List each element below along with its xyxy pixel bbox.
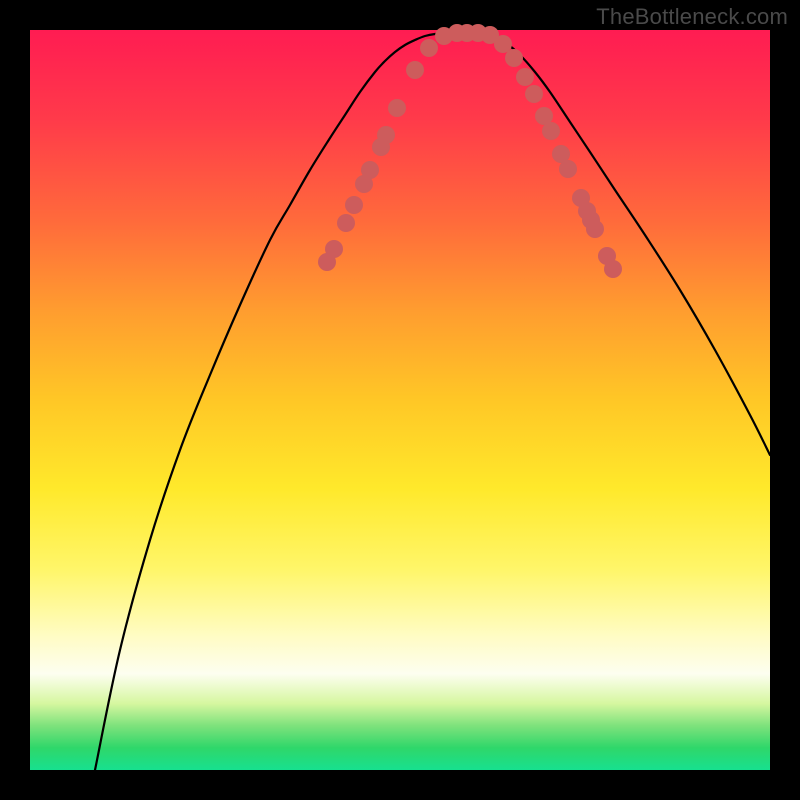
plot-area: [30, 30, 770, 770]
highlight-dot: [604, 260, 622, 278]
highlight-dot: [525, 85, 543, 103]
highlight-dot: [388, 99, 406, 117]
highlight-dot: [337, 214, 355, 232]
highlight-dot: [377, 126, 395, 144]
highlight-dot: [361, 161, 379, 179]
watermark-text: TheBottleneck.com: [596, 4, 788, 30]
curve-svg: [30, 30, 770, 770]
highlight-dot: [345, 196, 363, 214]
highlight-dot: [494, 35, 512, 53]
highlight-dot: [559, 160, 577, 178]
highlight-dot: [586, 220, 604, 238]
highlight-dots-group: [318, 24, 622, 278]
chart-frame: TheBottleneck.com: [0, 0, 800, 800]
highlight-dot: [420, 39, 438, 57]
highlight-dot: [516, 68, 534, 86]
highlight-dot: [505, 49, 523, 67]
highlight-dot: [406, 61, 424, 79]
highlight-dot: [325, 240, 343, 258]
bottleneck-curve: [95, 33, 770, 770]
highlight-dot: [542, 122, 560, 140]
